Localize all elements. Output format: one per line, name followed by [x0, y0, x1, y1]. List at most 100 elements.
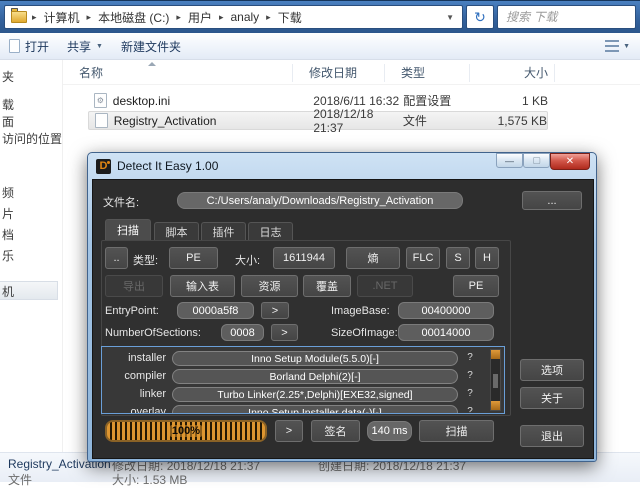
- maximize-button[interactable]: ▢: [523, 153, 550, 168]
- share-button[interactable]: 共享 ▼: [58, 33, 112, 59]
- refresh-button[interactable]: ↻: [466, 5, 494, 29]
- options-button[interactable]: 选项: [520, 359, 584, 381]
- detection-value[interactable]: Inno Setup Module(5.5.0)[-]: [172, 351, 458, 366]
- address-dropdown-icon[interactable]: ▼: [442, 13, 458, 22]
- size-label: 大小:: [235, 255, 261, 267]
- dots-button[interactable]: ..: [105, 247, 128, 269]
- flc-button[interactable]: FLC: [406, 247, 440, 269]
- breadcrumb-computer[interactable]: 计算机: [42, 9, 82, 26]
- dotnet-button[interactable]: .NET: [357, 275, 413, 297]
- sections-label: NumberOfSections:: [105, 327, 201, 339]
- file-type: 配置设置: [403, 94, 452, 108]
- scan-progress-bar: 100%: [105, 420, 267, 442]
- detection-info-button[interactable]: ?: [464, 370, 476, 381]
- hex-button[interactable]: H: [475, 247, 499, 269]
- detection-info-button[interactable]: ?: [464, 406, 476, 413]
- pe-button[interactable]: PE: [453, 275, 499, 297]
- detection-row-linker[interactable]: linker Turbo Linker(2.25*,Delphi)[EXE32,…: [102, 387, 504, 403]
- tab-scan[interactable]: 扫描: [105, 219, 151, 240]
- sizeofimage-field[interactable]: 00014000: [398, 324, 494, 341]
- detection-row-compiler[interactable]: compiler Borland Delphi(2)[-] ?: [102, 369, 504, 385]
- column-header-size[interactable]: 大小: [470, 63, 555, 82]
- size-value: 1.53 MB: [142, 473, 188, 487]
- detection-row-overlay[interactable]: overlay Inno Setup Installer data(-)[-] …: [102, 405, 504, 413]
- detection-list[interactable]: installer Inno Setup Module(5.5.0)[-] ? …: [101, 346, 505, 414]
- scroll-thumb[interactable]: [493, 374, 498, 388]
- column-header-name[interactable]: 名称: [63, 63, 293, 82]
- tab-plugin[interactable]: 插件: [201, 222, 246, 240]
- detection-row-installer[interactable]: installer Inno Setup Module(5.5.0)[-] ?: [102, 351, 504, 367]
- exit-button[interactable]: 退出: [520, 425, 584, 447]
- detection-info-button[interactable]: ?: [464, 352, 476, 363]
- overlay-button[interactable]: 覆盖: [303, 275, 351, 297]
- tab-script[interactable]: 脚本: [154, 222, 199, 240]
- sidebar-item-documents[interactable]: 档: [2, 226, 14, 243]
- window-controls: — ▢ ✕: [496, 153, 590, 170]
- breadcrumb-analy[interactable]: analy: [228, 10, 261, 24]
- scroll-up-icon[interactable]: [491, 350, 500, 359]
- breadcrumb-local-disk[interactable]: 本地磁盘 (C:): [96, 9, 171, 26]
- command-toolbar: 打开 共享 ▼ 新建文件夹 ▼: [0, 33, 640, 60]
- column-header-date[interactable]: 修改日期: [293, 63, 385, 82]
- breadcrumb[interactable]: ▸ 计算机 ▸ 本地磁盘 (C:) ▸ 用户 ▸ analy ▸ 下载 ▼: [4, 5, 463, 29]
- file-date: 2018/12/18 21:37: [313, 106, 374, 135]
- die-app-icon: D: [96, 158, 111, 174]
- breadcrumb-downloads[interactable]: 下载: [276, 9, 304, 26]
- type-pe-button[interactable]: PE: [169, 247, 218, 269]
- filename-field[interactable]: C:/Users/analy/Downloads/Registry_Activa…: [177, 192, 463, 209]
- sections-field[interactable]: 0008: [221, 324, 264, 341]
- crumb-separator-icon: ▸: [266, 11, 271, 22]
- imagebase-field[interactable]: 00400000: [398, 302, 494, 319]
- view-options-button[interactable]: ▼: [605, 40, 640, 52]
- status-file-type: 文件: [8, 473, 33, 487]
- progress-expand-button[interactable]: >: [275, 420, 303, 442]
- detection-value[interactable]: Inno Setup Installer data(-)[-]: [172, 405, 458, 413]
- column-header-type[interactable]: 类型: [385, 63, 470, 82]
- detection-value[interactable]: Turbo Linker(2.25*,Delphi)[EXE32,signed]: [172, 387, 458, 402]
- refresh-icon: ↻: [474, 8, 486, 25]
- export-button[interactable]: 导出: [105, 275, 163, 297]
- signature-button[interactable]: 签名: [311, 420, 360, 442]
- sidebar-item-music[interactable]: 乐: [2, 247, 14, 264]
- breadcrumb-users[interactable]: 用户: [186, 9, 214, 26]
- sidebar-item-pictures[interactable]: 片: [2, 205, 14, 222]
- file-name: desktop.ini: [112, 93, 171, 108]
- resources-button[interactable]: 资源: [241, 275, 298, 297]
- entropy-button[interactable]: 熵: [346, 247, 400, 269]
- sidebar-item-downloads[interactable]: 载: [2, 96, 14, 113]
- open-button[interactable]: 打开: [0, 33, 58, 59]
- imagebase-label: ImageBase:: [331, 305, 390, 317]
- entrypoint-goto-button[interactable]: >: [261, 302, 289, 319]
- file-size: 1 KB: [521, 93, 548, 108]
- scroll-down-icon[interactable]: [491, 401, 500, 410]
- close-icon: ✕: [565, 156, 575, 167]
- entrypoint-field[interactable]: 0000a5f8: [177, 302, 254, 319]
- scan-button[interactable]: 扫描: [419, 420, 494, 442]
- file-size-button[interactable]: 1611944: [273, 247, 335, 269]
- minimize-button[interactable]: —: [496, 153, 523, 168]
- tab-log[interactable]: 日志: [248, 222, 293, 240]
- imports-button[interactable]: 输入表: [170, 275, 235, 297]
- close-button[interactable]: ✕: [550, 153, 590, 170]
- sidebar-item-favorites[interactable]: 夹: [2, 68, 14, 85]
- share-label: 共享: [67, 39, 92, 54]
- new-folder-button[interactable]: 新建文件夹: [112, 33, 190, 59]
- file-row-registry-activation[interactable]: Registry_Activation 2018/12/18 21:37 文件 …: [88, 107, 548, 135]
- about-button[interactable]: 关于: [520, 387, 584, 409]
- strings-button[interactable]: S: [446, 247, 470, 269]
- sidebar-item-videos[interactable]: 频: [2, 184, 14, 201]
- folder-icon: [11, 8, 27, 23]
- sections-goto-button[interactable]: >: [271, 324, 298, 341]
- sort-ascending-icon: [148, 62, 156, 66]
- detection-info-button[interactable]: ?: [464, 388, 476, 399]
- sidebar-item-desktop[interactable]: 面: [2, 113, 14, 130]
- browse-button[interactable]: ...: [522, 191, 582, 210]
- sidebar-item-computer[interactable]: 机: [2, 283, 14, 300]
- search-input[interactable]: [498, 6, 635, 28]
- detection-value[interactable]: Borland Delphi(2)[-]: [172, 369, 458, 384]
- detection-scrollbar[interactable]: [490, 349, 501, 411]
- entrypoint-label: EntryPoint:: [105, 305, 159, 317]
- file-icon: [95, 113, 108, 128]
- sidebar-item-recent-places[interactable]: 访问的位置: [2, 130, 62, 147]
- type-label: 类型:: [133, 255, 159, 267]
